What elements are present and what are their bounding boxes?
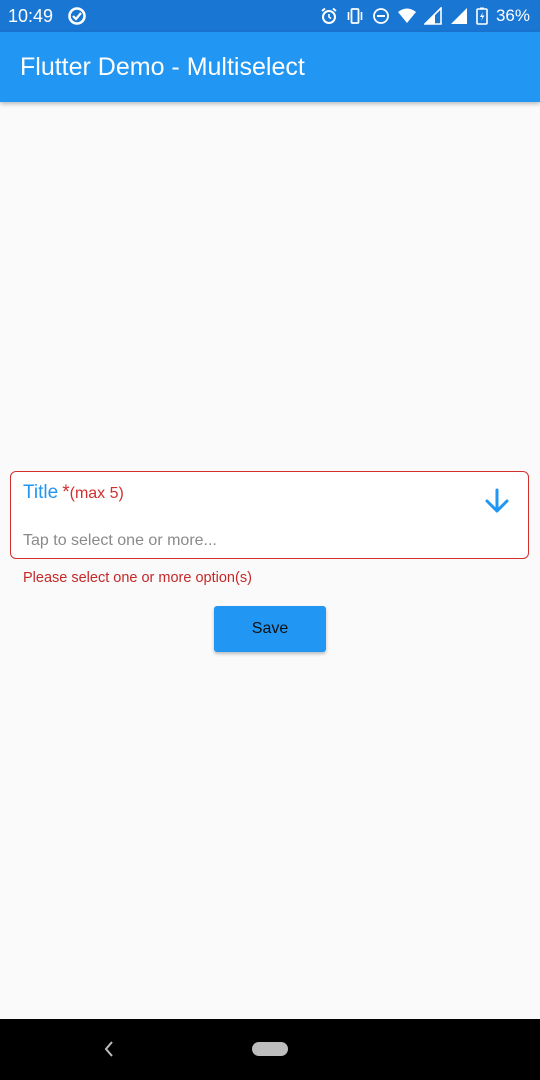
status-bar: 10:49 36% bbox=[0, 0, 540, 32]
field-label: Title bbox=[23, 482, 59, 503]
vibrate-icon bbox=[346, 7, 364, 25]
multiselect-field[interactable]: Title * (max 5) Tap to select one or mor… bbox=[10, 471, 529, 559]
app-bar: Flutter Demo - Multiselect bbox=[0, 32, 540, 102]
alarm-icon bbox=[320, 7, 338, 25]
status-icons: 36% bbox=[320, 6, 530, 26]
data-saver-icon bbox=[67, 6, 87, 26]
navigation-bar bbox=[0, 1019, 540, 1080]
arrow-down-icon[interactable] bbox=[482, 486, 512, 516]
field-label-row: Title * (max 5) bbox=[23, 482, 124, 504]
back-icon[interactable] bbox=[101, 1040, 117, 1058]
do-not-disturb-icon bbox=[372, 7, 390, 25]
page-title: Flutter Demo - Multiselect bbox=[20, 52, 305, 81]
field-placeholder: Tap to select one or more... bbox=[23, 532, 217, 549]
signal-icon bbox=[450, 7, 468, 25]
field-error-text: Please select one or more option(s) bbox=[23, 570, 252, 586]
home-pill-icon[interactable] bbox=[252, 1042, 288, 1056]
battery-charging-icon bbox=[476, 7, 488, 25]
field-hint: (max 5) bbox=[69, 485, 124, 502]
signal-icon bbox=[423, 6, 442, 25]
status-time: 10:49 bbox=[8, 5, 54, 26]
wifi-icon bbox=[397, 7, 416, 25]
required-mark: * bbox=[62, 482, 70, 503]
save-button[interactable]: Save bbox=[214, 606, 326, 652]
battery-level: 36% bbox=[495, 6, 530, 25]
